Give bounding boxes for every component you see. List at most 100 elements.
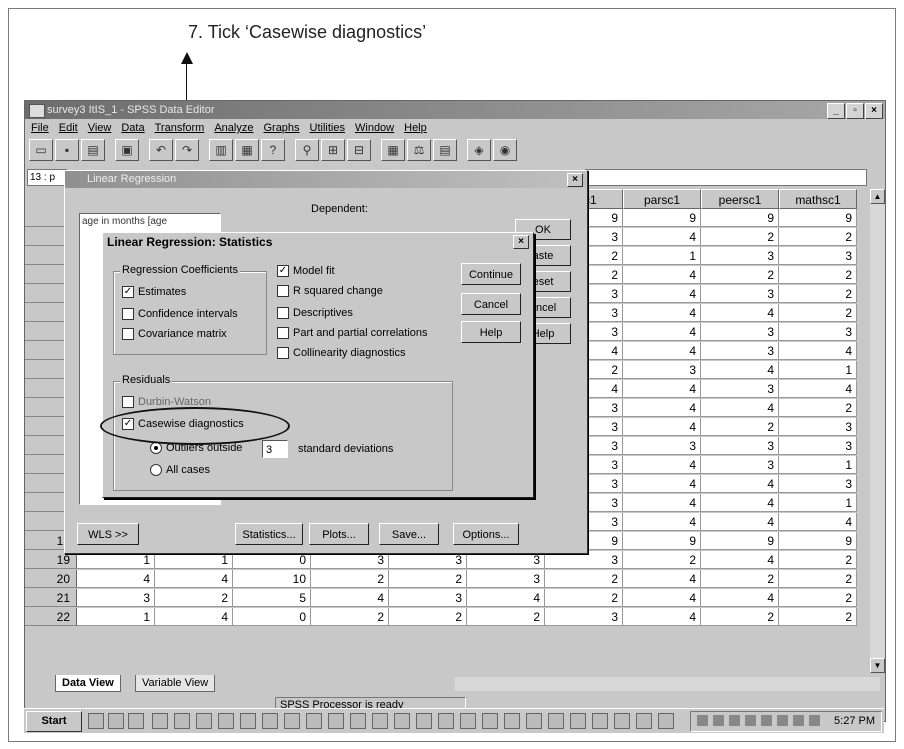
quicklaunch-icon[interactable] <box>88 713 104 729</box>
table-cell[interactable]: 4 <box>623 285 701 303</box>
value-labels-icon[interactable]: ◈ <box>467 139 491 161</box>
continue-button[interactable]: Continue <box>461 263 521 285</box>
stats-help-button[interactable]: Help <box>461 321 521 343</box>
goto-chart-icon[interactable]: ▥ <box>209 139 233 161</box>
task-icon[interactable] <box>174 713 190 729</box>
task-icon[interactable] <box>482 713 498 729</box>
row-header[interactable]: 21 <box>25 589 77 607</box>
variables-icon[interactable]: ? <box>261 139 285 161</box>
table-cell[interactable]: 3 <box>701 247 779 265</box>
table-cell[interactable]: 3 <box>701 380 779 398</box>
descriptives-checkbox[interactable]: Descriptives <box>277 307 353 319</box>
table-cell[interactable]: 3 <box>779 247 857 265</box>
table-cell[interactable]: 3 <box>623 437 701 455</box>
task-icon[interactable] <box>240 713 256 729</box>
table-cell[interactable]: 2 <box>389 608 467 626</box>
task-icon[interactable] <box>262 713 278 729</box>
table-cell[interactable]: 3 <box>701 456 779 474</box>
tray-icon[interactable] <box>761 715 772 726</box>
goto-case-icon[interactable]: ▦ <box>235 139 259 161</box>
undo-icon[interactable]: ↶ <box>149 139 173 161</box>
table-cell[interactable]: 4 <box>467 589 545 607</box>
task-icon[interactable] <box>284 713 300 729</box>
task-icon[interactable] <box>328 713 344 729</box>
menu-utilities[interactable]: Utilities <box>310 120 345 136</box>
task-icon[interactable] <box>658 713 674 729</box>
task-icon[interactable] <box>394 713 410 729</box>
table-cell[interactable]: 2 <box>701 228 779 246</box>
table-cell[interactable]: 4 <box>623 608 701 626</box>
insert-variable-icon[interactable]: ⊟ <box>347 139 371 161</box>
use-sets-icon[interactable]: ◉ <box>493 139 517 161</box>
table-cell[interactable]: 1 <box>779 494 857 512</box>
tab-variable-view[interactable]: Variable View <box>135 675 216 692</box>
table-cell[interactable]: 2 <box>701 418 779 436</box>
scroll-up-icon[interactable]: ▲ <box>870 189 885 204</box>
table-cell[interactable]: 3 <box>779 475 857 493</box>
table-cell[interactable]: 4 <box>623 570 701 588</box>
collinearity-diagnostics-checkbox[interactable]: Collinearity diagnostics <box>277 347 406 359</box>
table-cell[interactable]: 5 <box>233 589 311 607</box>
table-cell[interactable]: 2 <box>779 399 857 417</box>
task-icon[interactable] <box>218 713 234 729</box>
save-icon[interactable]: ▪ <box>55 139 79 161</box>
table-cell[interactable]: 9 <box>701 209 779 227</box>
stats-cancel-button[interactable]: Cancel <box>461 293 521 315</box>
task-icon[interactable] <box>592 713 608 729</box>
table-cell[interactable]: 1 <box>77 608 155 626</box>
split-file-icon[interactable]: ▦ <box>381 139 405 161</box>
tab-data-view[interactable]: Data View <box>55 675 121 692</box>
menu-file[interactable]: File <box>31 120 49 136</box>
table-cell[interactable]: 4 <box>701 475 779 493</box>
table-cell[interactable]: 4 <box>623 494 701 512</box>
table-cell[interactable]: 4 <box>623 513 701 531</box>
dialog-close-button[interactable]: × <box>567 173 583 187</box>
table-cell[interactable]: 2 <box>311 608 389 626</box>
table-cell[interactable]: 4 <box>623 228 701 246</box>
table-cell[interactable]: 2 <box>779 551 857 569</box>
task-icon[interactable] <box>372 713 388 729</box>
task-icon[interactable] <box>460 713 476 729</box>
table-cell[interactable]: 1 <box>779 456 857 474</box>
horizontal-scrollbar[interactable] <box>455 677 880 691</box>
all-cases-radio[interactable]: All cases <box>150 464 210 476</box>
row-header[interactable]: 20 <box>25 570 77 588</box>
table-cell[interactable]: 4 <box>623 342 701 360</box>
tray-icon[interactable] <box>697 715 708 726</box>
part-partial-correlations-checkbox[interactable]: Part and partial correlations <box>277 327 428 339</box>
insert-case-icon[interactable]: ⊞ <box>321 139 345 161</box>
task-icon[interactable] <box>152 713 168 729</box>
task-icon[interactable] <box>548 713 564 729</box>
menu-data[interactable]: Data <box>121 120 144 136</box>
column-header[interactable]: mathsc1 <box>779 189 857 209</box>
table-cell[interactable]: 3 <box>701 342 779 360</box>
table-cell[interactable]: 3 <box>545 608 623 626</box>
table-cell[interactable]: 2 <box>467 608 545 626</box>
task-icon[interactable] <box>526 713 542 729</box>
close-button[interactable]: × <box>865 103 883 119</box>
table-cell[interactable]: 3 <box>779 418 857 436</box>
tray-icon[interactable] <box>809 715 820 726</box>
weight-cases-icon[interactable]: ⚖ <box>407 139 431 161</box>
table-cell[interactable]: 4 <box>77 570 155 588</box>
r-squared-change-checkbox[interactable]: R squared change <box>277 285 383 297</box>
table-cell[interactable]: 3 <box>779 437 857 455</box>
task-icon[interactable] <box>306 713 322 729</box>
table-cell[interactable]: 1 <box>779 361 857 379</box>
open-icon[interactable]: ▭ <box>29 139 53 161</box>
table-cell[interactable]: 2 <box>701 608 779 626</box>
table-cell[interactable]: 4 <box>701 494 779 512</box>
statistics-close-button[interactable]: × <box>513 235 529 249</box>
table-cell[interactable]: 2 <box>779 589 857 607</box>
table-cell[interactable]: 4 <box>623 304 701 322</box>
menu-graphs[interactable]: Graphs <box>263 120 299 136</box>
table-cell[interactable]: 9 <box>623 532 701 550</box>
table-cell[interactable]: 2 <box>155 589 233 607</box>
table-cell[interactable]: 3 <box>467 570 545 588</box>
table-cell[interactable]: 3 <box>701 437 779 455</box>
tray-icon[interactable] <box>713 715 724 726</box>
task-icon[interactable] <box>416 713 432 729</box>
restore-button[interactable]: ▫ <box>846 103 864 119</box>
estimates-checkbox[interactable]: ✓ Estimates <box>122 286 186 298</box>
table-cell[interactable]: 2 <box>779 228 857 246</box>
